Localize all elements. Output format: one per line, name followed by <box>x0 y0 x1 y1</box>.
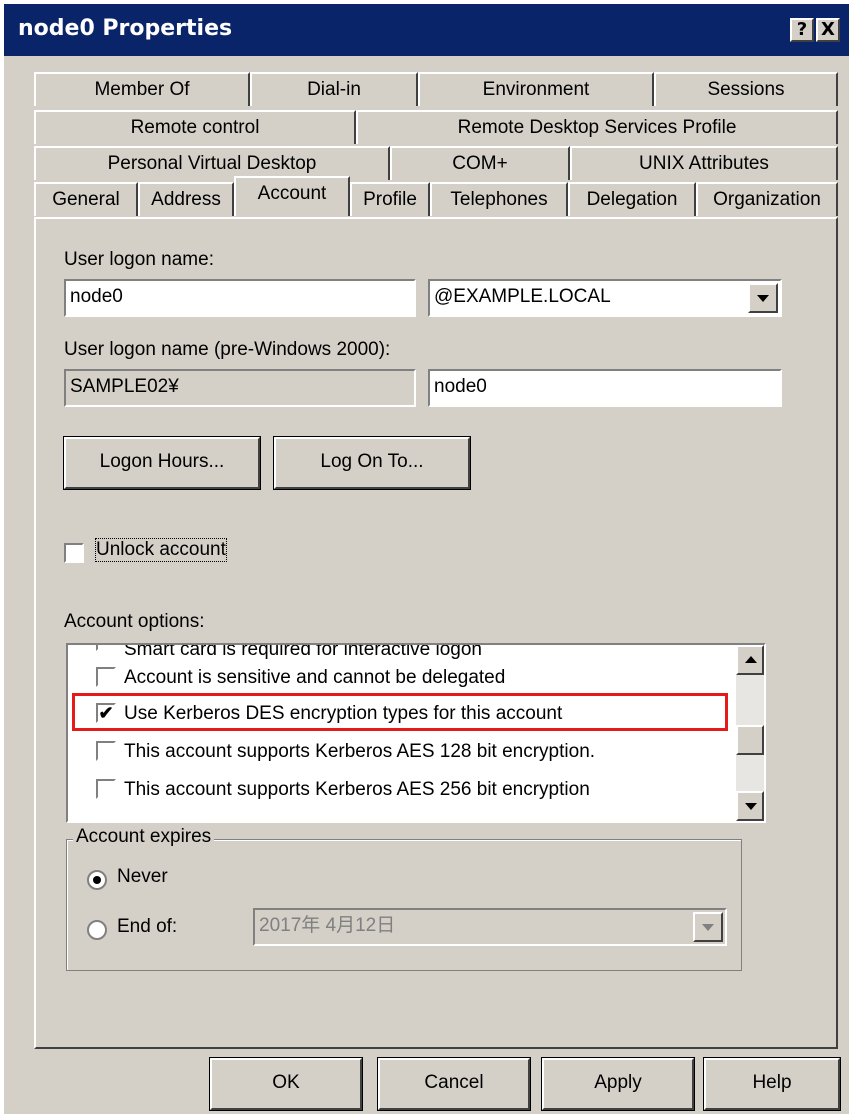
close-button[interactable]: X <box>816 18 840 42</box>
options-scrollbar[interactable] <box>736 645 764 821</box>
pre2000-domain-field: SAMPLE02¥ <box>64 369 416 407</box>
scroll-down-button[interactable] <box>736 791 764 821</box>
chevron-down-icon[interactable] <box>748 283 778 313</box>
tab-environment[interactable]: Environment <box>418 72 654 106</box>
log-on-to-button[interactable]: Log On To... <box>273 436 471 490</box>
properties-dialog: node0 Properties ? X Member Of Dial-in E… <box>4 4 849 1114</box>
account-tab-panel: User logon name: node0 @EXAMPLE.LOCAL Us… <box>34 217 838 1049</box>
tab-general[interactable]: General <box>34 182 138 216</box>
tab-unix-attributes[interactable]: UNIX Attributes <box>570 146 838 180</box>
logon-name-label: User logon name: <box>64 249 214 270</box>
help-footer-button[interactable]: Help <box>703 1057 841 1111</box>
tab-telephones[interactable]: Telephones <box>430 182 568 216</box>
list-item: This account supports Kerberos AES 128 b… <box>124 741 596 762</box>
tab-remote-control[interactable]: Remote control <box>34 110 356 144</box>
account-expires-label: Account expires <box>73 826 215 848</box>
tab-dial-in[interactable]: Dial-in <box>250 72 418 106</box>
ok-button[interactable]: OK <box>209 1057 363 1111</box>
tab-organization[interactable]: Organization <box>696 182 838 216</box>
tab-member-of[interactable]: Member Of <box>34 72 250 106</box>
option-checkbox[interactable] <box>96 645 116 651</box>
list-item: Account is sensitive and cannot be deleg… <box>124 667 506 688</box>
list-item: Smart card is required for interactive l… <box>124 643 482 660</box>
list-item: Use Kerberos DES encryption types for th… <box>124 703 563 724</box>
option-checkbox[interactable] <box>96 741 116 761</box>
unlock-account-checkbox[interactable] <box>64 543 84 563</box>
option-checkbox-checked[interactable]: ✔ <box>96 703 116 723</box>
account-options-label: Account options: <box>64 611 205 632</box>
scroll-thumb[interactable] <box>736 725 764 755</box>
end-of-label: End of: <box>117 916 178 937</box>
scroll-up-button[interactable] <box>736 645 764 675</box>
account-expires-group: Account expires Never End of: 2017年 4月12… <box>66 826 742 971</box>
tab-address[interactable]: Address <box>138 182 234 216</box>
never-label: Never <box>117 866 168 887</box>
end-date-value: 2017年 4月12日 <box>259 915 396 936</box>
pre2000-name-input[interactable]: node0 <box>428 369 782 407</box>
cancel-button[interactable]: Cancel <box>377 1057 531 1111</box>
tab-account[interactable]: Account <box>234 176 350 216</box>
tab-profile[interactable]: Profile <box>350 182 430 216</box>
end-date-picker: 2017年 4月12日 <box>253 908 727 946</box>
pre2000-label: User logon name (pre-Windows 2000): <box>64 339 391 360</box>
account-options-list[interactable]: Smart card is required for interactive l… <box>66 643 766 823</box>
logon-hours-button[interactable]: Logon Hours... <box>63 436 261 490</box>
domain-suffix-select[interactable]: @EXAMPLE.LOCAL <box>428 279 782 317</box>
calendar-dropdown-icon <box>693 912 723 942</box>
unlock-account-label: Unlock account <box>95 538 227 562</box>
window-title: node0 Properties <box>18 16 233 41</box>
option-checkbox[interactable] <box>96 779 116 799</box>
never-radio[interactable] <box>87 870 107 890</box>
tab-delegation[interactable]: Delegation <box>568 182 696 216</box>
tab-rds-profile[interactable]: Remote Desktop Services Profile <box>356 110 838 144</box>
domain-suffix-value: @EXAMPLE.LOCAL <box>434 286 611 307</box>
title-bar: node0 Properties ? X <box>4 4 849 56</box>
end-of-radio[interactable] <box>87 920 107 940</box>
tab-personal-virtual-desktop[interactable]: Personal Virtual Desktop <box>34 146 390 180</box>
tab-com-plus[interactable]: COM+ <box>390 146 570 180</box>
list-item: This account supports Kerberos AES 256 b… <box>124 779 590 800</box>
option-checkbox[interactable] <box>96 667 116 687</box>
tab-sessions[interactable]: Sessions <box>654 72 838 106</box>
logon-name-input[interactable]: node0 <box>64 279 416 317</box>
help-button[interactable]: ? <box>790 18 814 42</box>
apply-button[interactable]: Apply <box>541 1057 695 1111</box>
